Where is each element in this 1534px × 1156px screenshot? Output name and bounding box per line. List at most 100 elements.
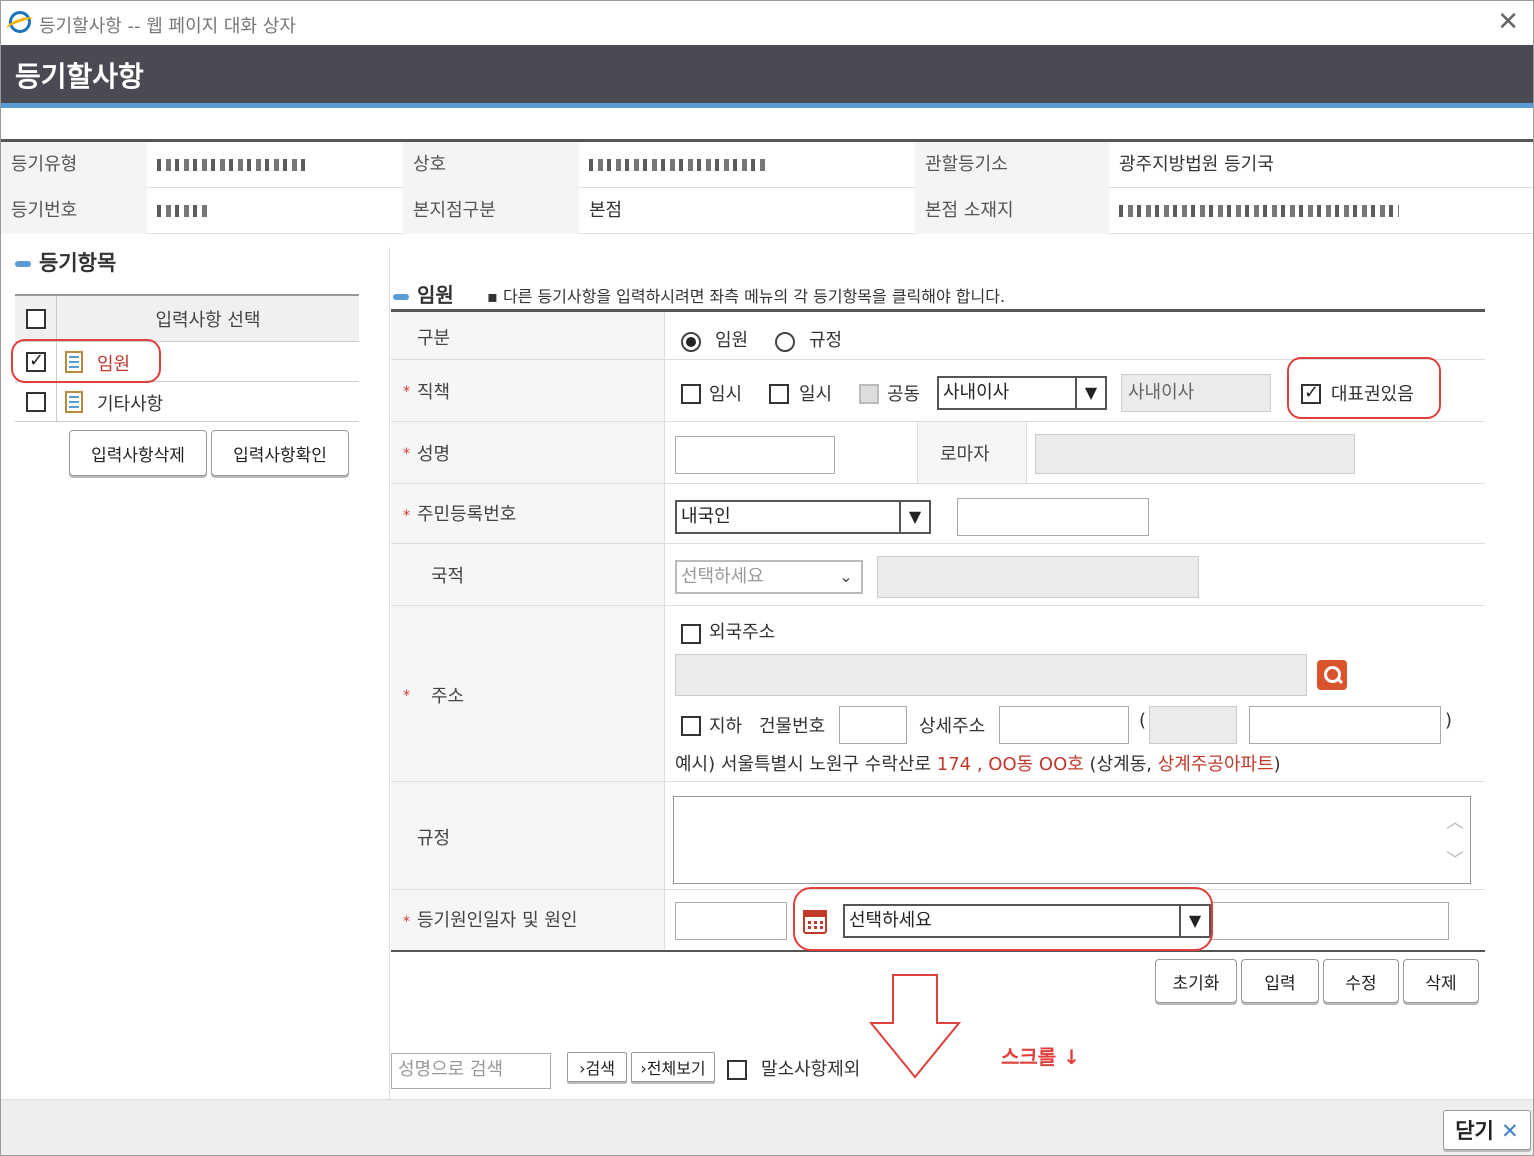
- section-title: 임원: [393, 279, 454, 308]
- value-hq-address: [1109, 188, 1529, 234]
- chevron-down-icon: ▼: [1075, 378, 1105, 408]
- rrn-input[interactable]: [957, 498, 1149, 536]
- calendar-icon[interactable]: [803, 910, 827, 934]
- form-row-name: * 성명 로마자: [391, 422, 1485, 484]
- radio-officer-label: 임원: [715, 330, 749, 351]
- confirm-input-button[interactable]: 입력사항확인: [211, 430, 349, 476]
- label-reg-number: 등기번호: [1, 188, 147, 234]
- paren-open: (: [1139, 710, 1147, 731]
- items-header-label: 입력사항 선택: [155, 310, 261, 331]
- form-row-nationality: 국적 선택하세요 ⌄: [391, 544, 1485, 606]
- item-label-other[interactable]: 기타사항: [97, 390, 163, 416]
- position-display-field: 사내이사: [1121, 374, 1271, 412]
- building-name-input[interactable]: [1249, 706, 1441, 744]
- registration-info-table: 등기유형 상호 관할등기소 광주지방법원 등기국 등기번호 본지점구분 본점 본…: [1, 139, 1533, 235]
- joint-label: 공동: [887, 384, 921, 405]
- form-row-rrn: * 주민등록번호 내국인 ▼: [391, 484, 1485, 544]
- scroll-down-icon[interactable]: ﹀: [1446, 843, 1464, 879]
- radio-officer[interactable]: [681, 332, 701, 352]
- delete-input-button[interactable]: 입력사항삭제: [69, 430, 207, 476]
- label-position: 직책: [417, 382, 451, 403]
- cause-select[interactable]: 선택하세요 ▼: [843, 904, 1211, 938]
- info-row-1: 등기유형 상호 관할등기소 광주지방법원 등기국: [1, 142, 1533, 188]
- cause-date-input[interactable]: [675, 902, 787, 940]
- position-select[interactable]: 사내이사 ▼: [937, 376, 1107, 410]
- document-icon: [65, 351, 83, 373]
- roman-name-field: [1035, 434, 1355, 474]
- item-checkbox-officer[interactable]: [26, 350, 46, 372]
- section-note: ▪ 다른 등기사항을 입력하시려면 좌측 메뉴의 각 등기항목을 클릭해야 합니…: [487, 287, 1006, 306]
- label-reg-type: 등기유형: [1, 142, 147, 188]
- value-registry-office: 광주지방법원 등기국: [1119, 154, 1274, 175]
- nationality-select[interactable]: 선택하세요 ⌄: [675, 560, 863, 594]
- view-all-button[interactable]: ›전체보기: [631, 1052, 715, 1082]
- list-item[interactable]: 기타사항: [15, 382, 359, 422]
- close-x-icon: ✕: [1501, 1119, 1519, 1143]
- delete-button[interactable]: 삭제: [1403, 959, 1479, 1003]
- document-icon: [65, 391, 83, 413]
- radio-rule[interactable]: [775, 332, 795, 352]
- joint-checkbox[interactable]: [859, 384, 879, 404]
- page-header: 등기할사항: [1, 45, 1533, 103]
- foreign-address-checkbox[interactable]: [681, 624, 701, 644]
- label-rrn: 주민등록번호: [417, 504, 517, 525]
- info-row-2: 등기번호 본지점구분 본점 본점 소재지: [1, 188, 1533, 234]
- form-row-position: *직책 임시 일시 공동 사내이사▼ 사내이사 대표권있음: [391, 360, 1485, 422]
- name-search-input[interactable]: 성명으로 검색: [391, 1053, 551, 1089]
- window-title: 등기할사항 -- 웹 페이지 대화 상자: [39, 16, 296, 37]
- value-reg-number: [147, 188, 403, 234]
- ie-browser-icon: [9, 11, 31, 33]
- modify-button[interactable]: 수정: [1323, 959, 1399, 1003]
- exclude-canceled-checkbox[interactable]: [727, 1060, 747, 1080]
- list-item[interactable]: 임원: [15, 342, 359, 382]
- dong-field: [1149, 706, 1237, 744]
- label-rule: 규정: [417, 828, 451, 849]
- scroll-annotation: 스크롤 ↓: [1001, 1045, 1080, 1069]
- representative-checkbox[interactable]: [1301, 382, 1321, 404]
- form-row-address: * 주소 외국주소 지하 건물번호 상세주소 ( ) 예시) 서울특별시 노원구 …: [391, 606, 1485, 782]
- scroll-down-arrow-icon: [868, 974, 962, 1079]
- scroll-up-icon[interactable]: ︿: [1446, 805, 1464, 841]
- dialog-window: 등기할사항 -- 웹 페이지 대화 상자 ✕ 등기할사항 등기유형 상호 관할등…: [0, 0, 1534, 1156]
- building-number-input[interactable]: [839, 706, 907, 744]
- basement-checkbox[interactable]: [681, 716, 701, 736]
- building-number-label: 건물번호: [759, 716, 826, 737]
- officer-form: 구분 임원 규정 *직책 임시 일시 공동 사내이사▼ 사내이사 대표권있음 *…: [391, 309, 1485, 952]
- ilsi-checkbox[interactable]: [769, 384, 789, 404]
- nationality-type-select[interactable]: 내국인 ▼: [675, 500, 931, 534]
- rule-textarea[interactable]: ︿ ﹀: [673, 796, 1471, 884]
- item-label-officer[interactable]: 임원: [97, 350, 130, 376]
- value-company-name: [579, 142, 915, 188]
- footer-bar: 닫기 ✕: [1, 1099, 1533, 1155]
- label-address: 주소: [431, 686, 465, 707]
- ilsi-label: 일시: [799, 384, 833, 405]
- reset-button[interactable]: 초기화: [1155, 959, 1237, 1003]
- select-all-checkbox[interactable]: [26, 309, 46, 329]
- detail-address-input[interactable]: [999, 706, 1129, 744]
- exclude-canceled-label: 말소사항제외: [761, 1059, 861, 1080]
- input-button[interactable]: 입력: [1241, 959, 1319, 1003]
- label-type: 구분: [417, 328, 451, 349]
- header-divider: [1, 103, 1533, 108]
- value-branch-type: 본점: [589, 200, 623, 221]
- value-reg-type: [147, 142, 403, 188]
- address-example: 예시) 서울특별시 노원구 수락산로 174 , OO동 OO호 (상계동, 상…: [675, 754, 1281, 775]
- chevron-down-icon: ⌄: [839, 567, 853, 586]
- representative-label: 대표권있음: [1331, 384, 1414, 405]
- window-close-icon[interactable]: ✕: [1497, 7, 1519, 37]
- items-table-header: 입력사항 선택: [15, 296, 359, 342]
- page-title: 등기할사항: [15, 60, 144, 93]
- name-input[interactable]: [675, 436, 835, 474]
- label-registry-office: 관할등기소: [915, 142, 1109, 188]
- temp-label: 임시: [709, 384, 743, 405]
- search-button[interactable]: ›검색: [567, 1052, 627, 1082]
- item-checkbox-other[interactable]: [26, 392, 46, 412]
- temp-checkbox[interactable]: [681, 384, 701, 404]
- detail-address-label: 상세주소: [919, 716, 986, 737]
- cause-detail-input[interactable]: [1211, 902, 1449, 940]
- radio-rule-label: 규정: [809, 330, 843, 351]
- registration-items-table: 입력사항 선택 임원 기타사항: [15, 294, 359, 422]
- address-search-icon[interactable]: [1317, 660, 1347, 690]
- label-branch-type: 본지점구분: [403, 188, 579, 234]
- close-button[interactable]: 닫기 ✕: [1443, 1110, 1531, 1150]
